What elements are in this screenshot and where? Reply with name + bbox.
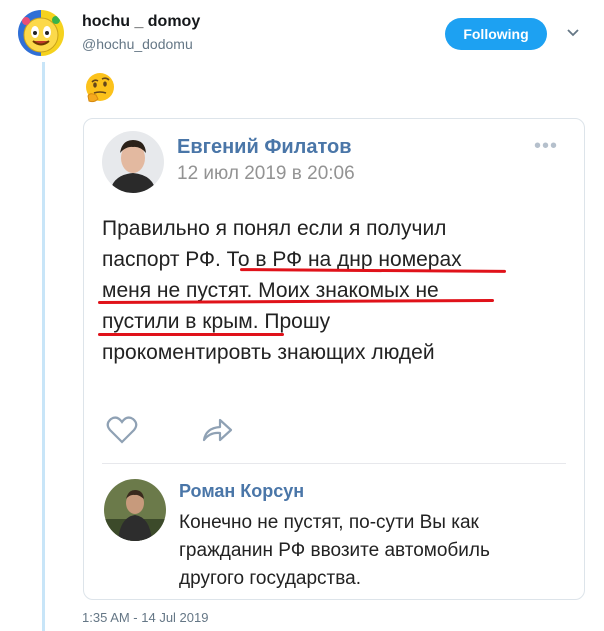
embedded-image-card[interactable]: Евгений Филатов 12 июл 2019 в 20:06 ••• … <box>83 118 585 600</box>
chevron-down-icon[interactable] <box>566 26 580 40</box>
post-date: 12 июл 2019 в 20:06 <box>177 163 355 184</box>
share-arrow-icon[interactable] <box>200 415 234 445</box>
person-photo-icon <box>104 479 166 541</box>
emoji-avatar-icon <box>18 10 64 56</box>
following-button[interactable]: Following <box>445 18 547 50</box>
thread-line <box>42 62 45 631</box>
comment-text-line: гражданин РФ ввозите автомобиль <box>179 540 490 561</box>
display-name[interactable]: hochu _ domoy <box>82 13 200 31</box>
avatar[interactable] <box>18 10 64 56</box>
commenter-avatar[interactable] <box>104 479 166 541</box>
post-text: Правильно я понял если я получил паспорт… <box>102 213 572 368</box>
post-author-name[interactable]: Евгений Филатов <box>177 136 352 159</box>
heart-icon[interactable] <box>106 415 138 445</box>
user-handle[interactable]: @hochu_dodomu <box>82 36 193 52</box>
thinking-face-icon <box>86 73 114 103</box>
divider <box>102 463 566 464</box>
author-avatar[interactable] <box>102 131 164 193</box>
tweet-timestamp[interactable]: 1:35 AM - 14 Jul 2019 <box>82 610 208 625</box>
comment-text-line: Конечно не пустят, по-сути Вы как <box>179 512 479 533</box>
comment-text-line: другого государства. <box>179 568 361 589</box>
red-underline-annotation <box>98 333 284 336</box>
more-options-icon[interactable]: ••• <box>534 135 558 158</box>
comment-text: Конечно не пустят, по-сути Вы как гражда… <box>179 509 574 593</box>
person-photo-icon <box>102 131 164 193</box>
post-text-line: прокоментировть знающих людей <box>102 341 435 364</box>
post-text-line: Правильно я понял если я получил <box>102 217 447 240</box>
comment-author-name[interactable]: Роман Корсун <box>179 481 304 502</box>
